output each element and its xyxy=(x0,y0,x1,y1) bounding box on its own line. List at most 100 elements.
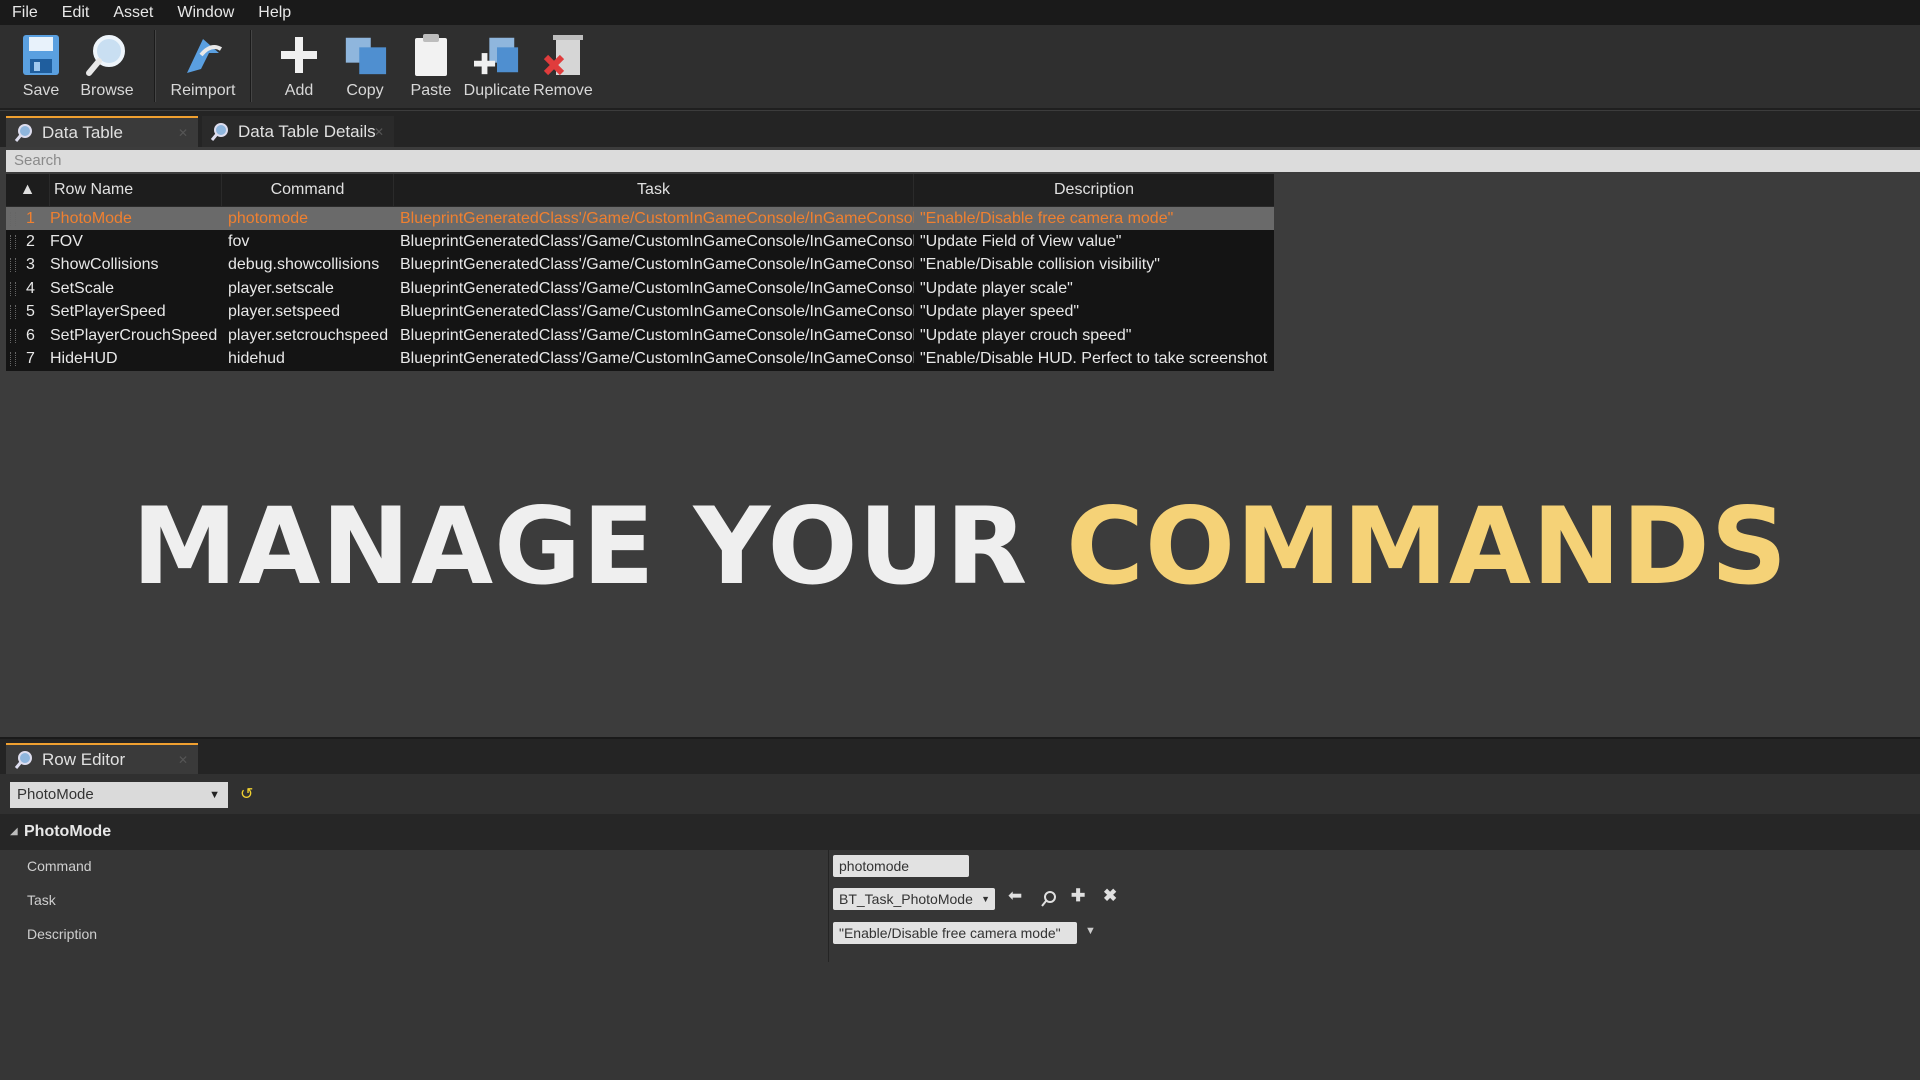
table-body: 1 PhotoMode photomode BlueprintGenerated… xyxy=(6,207,1274,371)
table-row[interactable]: 7 HideHUD hidehud BlueprintGeneratedClas… xyxy=(6,347,1274,370)
row-number: 4 xyxy=(26,279,35,297)
close-icon[interactable]: ✕ xyxy=(178,753,188,767)
copy-button[interactable]: Copy xyxy=(332,25,398,105)
collapse-triangle-icon[interactable]: ◢ xyxy=(10,814,18,850)
table-row[interactable]: 2 FOV fov BlueprintGeneratedClass'/Game/… xyxy=(6,230,1274,253)
search-icon xyxy=(14,123,32,142)
row-command: debug.showcollisions xyxy=(228,256,380,274)
menu-window[interactable]: Window xyxy=(165,0,246,25)
drag-handle-icon[interactable] xyxy=(6,352,20,367)
row-command: player.setcrouchspeed xyxy=(228,326,389,344)
row-task: BlueprintGeneratedClass'/Game/CustomInGa… xyxy=(400,256,914,274)
row-name: HideHUD xyxy=(50,350,118,368)
drag-handle-icon[interactable] xyxy=(6,235,20,250)
remove-button[interactable]: Remove xyxy=(530,25,596,105)
chevron-down-icon: ▼ xyxy=(209,789,220,801)
row-command: photomode xyxy=(228,209,309,227)
toolbar: Save Browse Reimport Add Copy Paste Dupl… xyxy=(0,25,1920,110)
tab-data-table[interactable]: Data Table ✕ xyxy=(6,116,198,147)
tab-label: Data Table xyxy=(42,122,123,142)
duplicate-label: Duplicate xyxy=(463,82,531,99)
row-number: 2 xyxy=(26,233,35,251)
task-class-value: BT_Task_PhotoMode xyxy=(839,891,973,907)
reset-arrow-icon[interactable]: ↺ xyxy=(240,784,253,804)
add-button[interactable]: Add xyxy=(266,25,332,105)
search-input[interactable]: Search xyxy=(6,150,1920,172)
header-command[interactable]: Command xyxy=(222,174,394,206)
drag-handle-icon[interactable] xyxy=(6,305,20,320)
row-properties: Command Task Description photomode BT_Ta… xyxy=(0,850,1920,1080)
drag-handle-icon[interactable] xyxy=(6,328,20,343)
browse-button[interactable]: Browse xyxy=(74,25,140,105)
browse-icon[interactable] xyxy=(1040,890,1058,908)
duplicate-icon xyxy=(474,30,520,80)
drag-handle-icon[interactable] xyxy=(6,281,20,296)
table-header: ▲ Row Name Command Task Description xyxy=(6,174,1274,207)
table-row[interactable]: 3 ShowCollisions debug.showcollisions Bl… xyxy=(6,254,1274,277)
clear-icon[interactable]: ✖ xyxy=(1103,886,1117,906)
save-icon xyxy=(18,30,64,80)
row-name: SetPlayerCrouchSpeed xyxy=(50,326,218,344)
task-class-dropdown[interactable]: BT_Task_PhotoMode ▼ xyxy=(833,888,995,910)
close-icon[interactable]: ✕ xyxy=(374,125,384,139)
header-description[interactable]: Description xyxy=(914,174,1274,206)
section-title: PhotoMode xyxy=(24,823,112,840)
remove-label: Remove xyxy=(533,82,593,99)
save-button[interactable]: Save xyxy=(8,25,74,105)
browse-label: Browse xyxy=(80,82,134,99)
headline-part-main: MANAGE YOUR xyxy=(131,485,1067,608)
chevron-down-icon[interactable]: ▼ xyxy=(1085,925,1096,937)
row-task: BlueprintGeneratedClass'/Game/CustomInGa… xyxy=(400,233,914,251)
toolbar-separator xyxy=(250,30,252,102)
menu-file[interactable]: File xyxy=(0,0,50,25)
table-row[interactable]: 1 PhotoMode photomode BlueprintGenerated… xyxy=(6,207,1274,231)
copy-label: Copy xyxy=(346,82,384,99)
data-table-grid: ▲ Row Name Command Task Description 1 Ph… xyxy=(6,174,1274,371)
row-number: 7 xyxy=(26,350,35,368)
description-field[interactable]: "Enable/Disable free camera mode" xyxy=(833,922,1077,944)
row-number: 5 xyxy=(26,303,35,321)
paste-button[interactable]: Paste xyxy=(398,25,464,105)
row-section-header[interactable]: ◢ PhotoMode xyxy=(0,814,1920,850)
command-field[interactable]: photomode xyxy=(833,855,969,877)
menu-asset[interactable]: Asset xyxy=(101,0,165,25)
menu-edit[interactable]: Edit xyxy=(50,0,102,25)
row-task: BlueprintGeneratedClass'/Game/CustomInGa… xyxy=(400,350,914,368)
row-command: hidehud xyxy=(228,350,285,368)
label-description: Description xyxy=(27,926,98,942)
table-row[interactable]: 5 SetPlayerSpeed player.setspeed Bluepri… xyxy=(6,301,1274,324)
header-task[interactable]: Task xyxy=(394,174,914,206)
row-select-dropdown[interactable]: PhotoMode ▼ xyxy=(10,782,228,808)
drag-handle-icon[interactable] xyxy=(6,211,20,226)
row-description: "Update player scale" xyxy=(920,279,1073,297)
drag-handle-icon[interactable] xyxy=(6,258,20,273)
arrow-left-icon[interactable]: ⬅ xyxy=(1008,886,1022,906)
header-row-name[interactable]: Row Name xyxy=(50,174,222,206)
row-name: ShowCollisions xyxy=(50,256,159,274)
reimport-button[interactable]: Reimport xyxy=(170,25,236,105)
row-select-value: PhotoMode xyxy=(17,786,94,803)
row-command: fov xyxy=(228,233,250,251)
headline-text: MANAGE YOUR COMMANDS xyxy=(0,485,1920,608)
column-splitter[interactable] xyxy=(828,850,829,962)
paste-label: Paste xyxy=(410,82,452,99)
row-description: "Enable/Disable free camera mode" xyxy=(920,209,1174,227)
row-description: "Enable/Disable HUD. Perfect to take scr… xyxy=(920,350,1268,368)
table-row[interactable]: 4 SetScale player.setscale BlueprintGene… xyxy=(6,277,1274,300)
row-command: player.setscale xyxy=(228,279,334,297)
clipboard-icon xyxy=(408,30,454,80)
tab-row-editor[interactable]: Row Editor ✕ xyxy=(6,743,198,774)
label-command: Command xyxy=(27,858,92,874)
table-row[interactable]: 6 SetPlayerCrouchSpeed player.setcrouchs… xyxy=(6,324,1274,347)
tab-data-table-details[interactable]: Data Table Details ✕ xyxy=(202,116,394,147)
reimport-icon xyxy=(180,30,226,80)
plus-icon xyxy=(276,30,322,80)
label-task: Task xyxy=(27,892,56,908)
close-icon[interactable]: ✕ xyxy=(178,126,188,140)
plus-icon[interactable]: ✚ xyxy=(1071,886,1085,906)
menu-bar: File Edit Asset Window Help xyxy=(0,0,1920,25)
menu-help[interactable]: Help xyxy=(246,0,303,25)
header-sort-arrow[interactable]: ▲ xyxy=(6,174,50,206)
copy-icon xyxy=(342,30,388,80)
duplicate-button[interactable]: Duplicate xyxy=(464,25,530,105)
